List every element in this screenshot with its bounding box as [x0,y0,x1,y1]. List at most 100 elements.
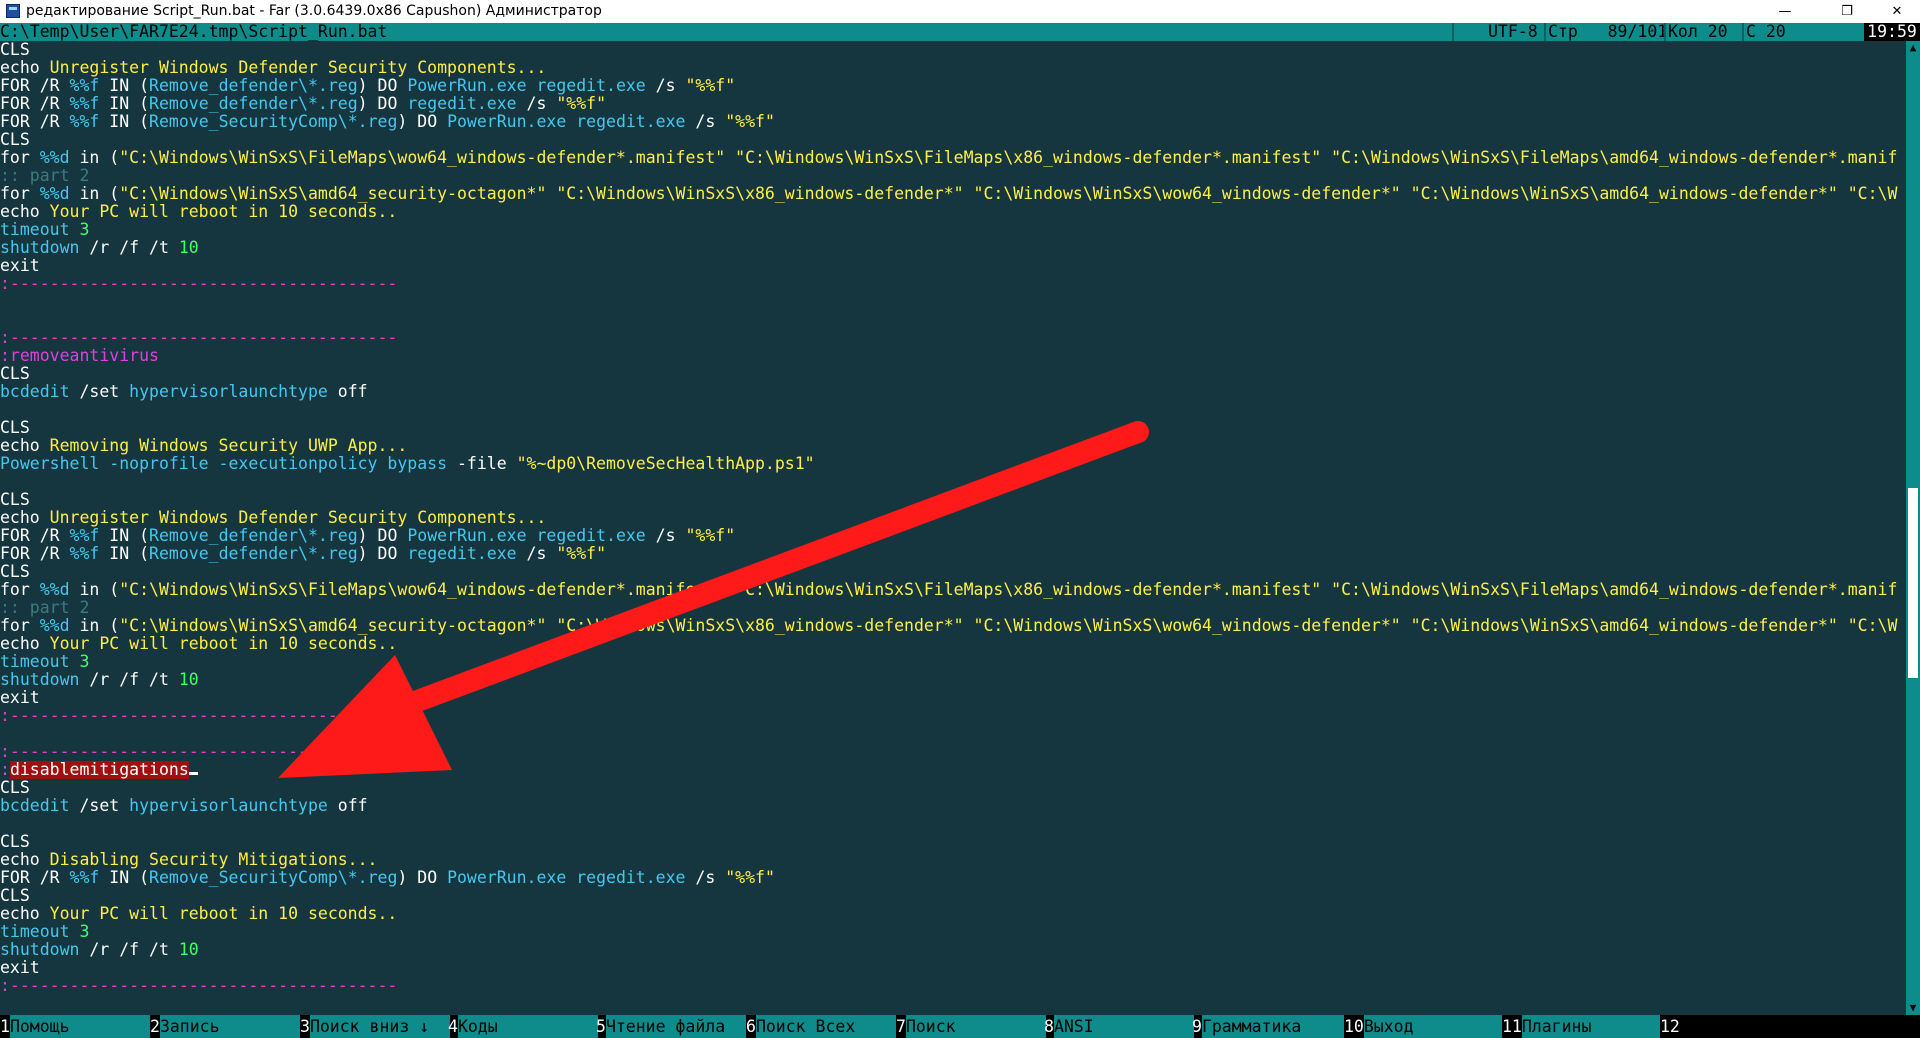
code-line[interactable]: CLS [0,419,1906,437]
code-line[interactable] [0,293,1906,311]
function-key-f10[interactable]: 10Выход [1344,1015,1502,1038]
code-line[interactable]: for %%d in ("C:\Windows\WinSxS\FileMaps\… [0,581,1906,599]
code-line[interactable] [0,401,1906,419]
code-line[interactable]: FOR /R %%f IN (Remove_defender\*.reg) DO… [0,77,1906,95]
code-token: 3 [79,221,90,239]
vertical-scrollbar[interactable]: ▲ ▼ [1906,41,1920,1015]
code-token: /s [685,113,726,131]
code-token: timeout [0,221,80,239]
clock: 19:59 [1864,23,1920,41]
code-line[interactable]: shutdown /r /f /t 10 [0,941,1906,959]
code-token: FOR /R [0,113,70,131]
code-token: "C:\Windows\WinSxS\amd64_security-octago… [119,185,1898,203]
code-line[interactable] [0,473,1906,491]
code-token: %%f [69,527,100,545]
code-line[interactable]: exit [0,689,1906,707]
code-line[interactable]: exit [0,257,1906,275]
code-line[interactable]: FOR /R %%f IN (Remove_SecurityComp\*.reg… [0,869,1906,887]
code-line[interactable]: :--------------------------------------- [0,977,1906,995]
code-line[interactable]: CLS [0,41,1906,59]
function-key-f4[interactable]: 4Коды [448,1015,598,1038]
code-token: in ( [69,185,120,203]
line-position: Стр 89/101 [1548,22,1668,41]
code-line[interactable]: for %%d in ("C:\Windows\WinSxS\amd64_sec… [0,617,1906,635]
code-token: PowerRun.exe regedit.exe [407,527,646,545]
function-key-f3[interactable]: 3Поиск вниз ↓ [300,1015,450,1038]
code-line[interactable]: timeout 3 [0,923,1906,941]
code-line[interactable]: :--------------------------------------- [0,275,1906,293]
code-line[interactable]: timeout 3 [0,221,1906,239]
code-token: for [0,581,40,599]
code-line[interactable]: FOR /R %%f IN (Remove_defender\*.reg) DO… [0,95,1906,113]
code-line[interactable]: for %%d in ("C:\Windows\WinSxS\FileMaps\… [0,149,1906,167]
code-token: in ( [69,149,120,167]
code-line[interactable]: FOR /R %%f IN (Remove_SecurityComp\*.reg… [0,113,1906,131]
function-key-f5[interactable]: 5Чтение файла [596,1015,746,1038]
code-token: :removeantivirus [0,347,159,365]
code-line[interactable]: :--------------------------------------- [0,707,1906,725]
function-key-f12[interactable]: 12 [1660,1015,1844,1038]
code-line[interactable]: shutdown /r /f /t 10 [0,671,1906,689]
code-token: hypervisorlaunchtype [129,383,328,401]
code-line[interactable]: Powershell -noprofile -executionpolicy b… [0,455,1906,473]
encoding-indicator[interactable]: UTF-8 [1488,23,1538,41]
code-token: IN ( [99,527,150,545]
code-line[interactable]: echo Unregister Windows Defender Securit… [0,509,1906,527]
code-line[interactable]: :--------------------------------------- [0,329,1906,347]
code-line[interactable]: for %%d in ("C:\Windows\WinSxS\amd64_sec… [0,185,1906,203]
selected-label-text: disablemitigations [9,761,189,779]
code-line[interactable]: FOR /R %%f IN (Remove_defender\*.reg) DO… [0,545,1906,563]
code-line[interactable] [0,815,1906,833]
function-key-f8[interactable]: 8ANSI [1044,1015,1194,1038]
code-line[interactable] [0,725,1906,743]
code-line[interactable]: echo Removing Windows Security UWP App..… [0,437,1906,455]
char-position: С 20 [1746,22,1786,41]
code-line[interactable]: FOR /R %%f IN (Remove_defender\*.reg) DO… [0,527,1906,545]
code-token: "C:\Windows\WinSxS\FileMaps\wow64_window… [119,149,1898,167]
scroll-up-arrow-icon[interactable]: ▲ [1906,41,1920,55]
code-line[interactable] [0,311,1906,329]
code-token: /s [516,545,557,563]
code-line[interactable]: CLS [0,563,1906,581]
code-line[interactable]: :: part 2 [0,167,1906,185]
function-key-f6[interactable]: 6Поиск Всех [746,1015,896,1038]
code-line[interactable]: exit [0,959,1906,977]
code-line[interactable]: echo Your PC will reboot in 10 seconds.. [0,203,1906,221]
function-key-f2[interactable]: 2Запись [150,1015,300,1038]
code-line[interactable]: CLS [0,365,1906,383]
code-line[interactable]: echo Unregister Windows Defender Securit… [0,59,1906,77]
function-key-f9[interactable]: 9Грамматика [1192,1015,1344,1038]
code-line[interactable]: bcdedit /set hypervisorlaunchtype off [0,383,1906,401]
code-token: %%f [69,113,100,131]
code-line[interactable]: echo Your PC will reboot in 10 seconds.. [0,905,1906,923]
code-line[interactable]: CLS [0,833,1906,851]
code-line[interactable]: CLS [0,131,1906,149]
minimize-button[interactable]: — [1762,0,1808,23]
code-line[interactable]: bcdedit /set hypervisorlaunchtype off [0,797,1906,815]
code-line[interactable]: timeout 3 [0,653,1906,671]
close-button[interactable]: ✕ [1874,0,1920,23]
code-line[interactable]: CLS [0,887,1906,905]
code-token: "%%f" [725,113,775,131]
code-line[interactable]: CLS [0,779,1906,797]
code-line[interactable]: :disablemitigations [0,761,1906,779]
function-key-number: 9 [1192,1017,1202,1036]
code-line[interactable]: echo Disabling Security Mitigations... [0,851,1906,869]
scroll-down-arrow-icon[interactable]: ▼ [1906,1001,1920,1015]
function-key-f1[interactable]: 1Помощь [0,1015,150,1038]
code-token: for [0,617,40,635]
code-token: Your PC will reboot in 10 seconds.. [49,203,398,221]
code-line[interactable]: shutdown /r /f /t 10 [0,239,1906,257]
maximize-button[interactable]: ❐ [1824,0,1870,23]
code-line[interactable]: echo Your PC will reboot in 10 seconds.. [0,635,1906,653]
editor-text-area[interactable]: CLS echo Unregister Windows Defender Secu… [0,41,1906,1015]
code-token: PowerRun.exe regedit.exe [447,869,686,887]
code-line[interactable]: :: part 2 [0,599,1906,617]
function-key-f11[interactable]: 11Плагины [1502,1015,1660,1038]
code-line[interactable]: :--------------------------------------- [0,743,1906,761]
function-key-label: Запись [159,1015,300,1038]
scrollbar-thumb[interactable] [1908,488,1918,678]
code-line[interactable]: :removeantivirus [0,347,1906,365]
code-line[interactable]: CLS [0,491,1906,509]
function-key-f7[interactable]: 7Поиск [896,1015,1046,1038]
